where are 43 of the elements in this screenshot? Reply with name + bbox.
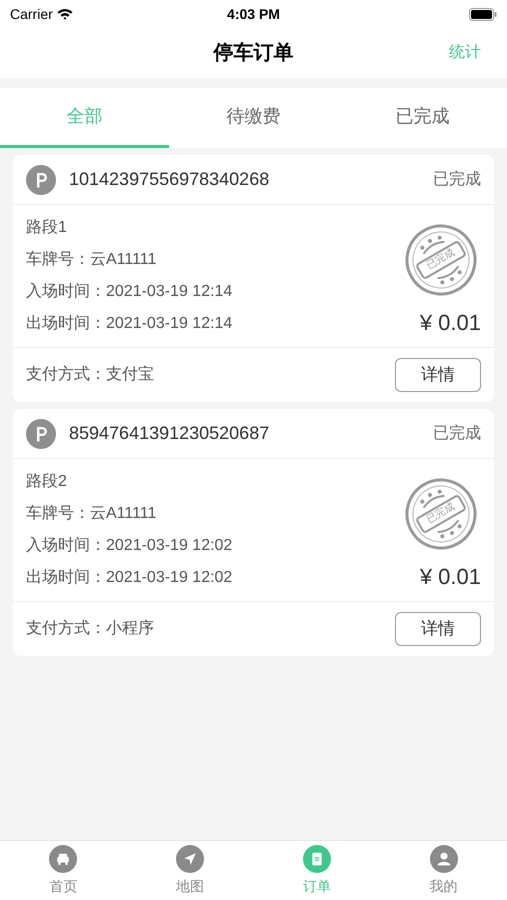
stamp-label: 已完成 [414, 239, 468, 280]
parking-icon [26, 164, 56, 194]
page-title: 停车订单 [214, 40, 294, 66]
tab-bar-item[interactable]: 地图 [126, 841, 254, 900]
exit-time: 2021-03-19 12:14 [106, 314, 232, 334]
entry-time: 2021-03-19 12:02 [106, 536, 232, 556]
exit-time-label: 出场时间： [26, 314, 106, 334]
order-status: 已完成 [433, 170, 481, 190]
filter-tab[interactable]: 已完成 [338, 88, 507, 148]
plate-label: 车牌号： [26, 250, 90, 270]
wifi-icon [56, 8, 73, 20]
carrier-label: Carrier [10, 4, 53, 24]
filter-tab[interactable]: 全部 [0, 88, 169, 148]
order-number: 85947641391230520687 [69, 422, 270, 445]
filter-tab[interactable]: 待缴费 [169, 88, 338, 148]
payment-method: 支付宝 [106, 364, 154, 385]
payment-label: 支付方式： [26, 618, 106, 639]
exit-time: 2021-03-19 12:02 [106, 568, 232, 588]
order-status: 已完成 [433, 424, 481, 444]
entry-time-label: 入场时间： [26, 282, 106, 302]
details-button[interactable]: 详情 [395, 358, 481, 392]
plate-number: 云A11111 [90, 504, 156, 524]
tab-bar-item[interactable]: 首页 [0, 841, 127, 900]
parking-icon [26, 418, 56, 448]
payment-method: 小程序 [106, 618, 154, 639]
details-button[interactable]: 详情 [395, 612, 481, 646]
clock-time: 4:03 PM [227, 4, 280, 24]
battery-icon [469, 8, 497, 20]
order-amount: ¥ 0.01 [420, 308, 481, 336]
entry-time: 2021-03-19 12:14 [106, 282, 232, 302]
road-section: 路段2 [26, 470, 232, 494]
exit-time-label: 出场时间： [26, 568, 106, 588]
order-number: 10142397556978340268 [69, 168, 270, 191]
payment-label: 支付方式： [26, 364, 106, 385]
tab-bar-item[interactable]: 订单 [254, 841, 380, 900]
road-section: 路段1 [26, 216, 232, 240]
tab-bar-item[interactable]: 我的 [380, 841, 507, 900]
plate-number: 云A11111 [90, 250, 156, 270]
plate-label: 车牌号： [26, 504, 90, 524]
statistics-link[interactable]: 统计 [449, 41, 481, 65]
stamp-label: 已完成 [414, 493, 468, 534]
order-amount: ¥ 0.01 [420, 562, 481, 590]
entry-time-label: 入场时间： [26, 536, 106, 556]
